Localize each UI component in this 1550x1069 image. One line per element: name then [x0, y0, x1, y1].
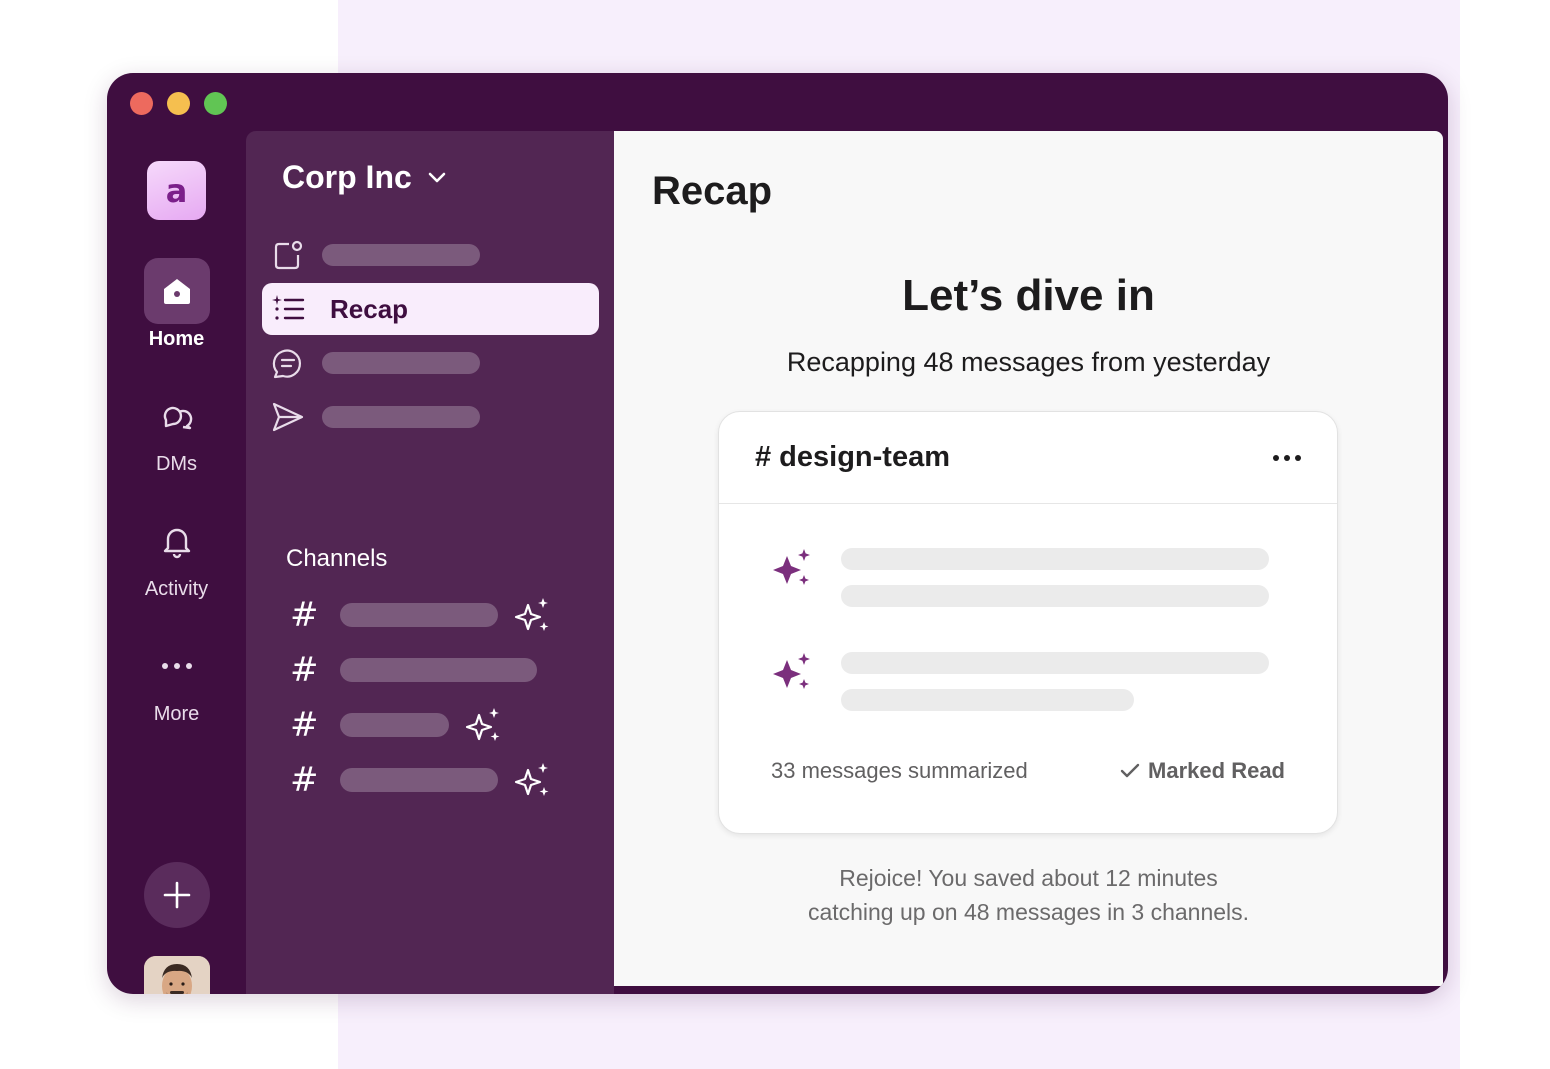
app-window: a Home DMs Activity More Corp Inc Recap …	[107, 73, 1448, 994]
rail-item-activity[interactable]: Activity	[107, 508, 246, 601]
plus-icon	[163, 881, 191, 909]
summary-item	[773, 548, 1269, 607]
sidebar: Corp Inc Recap Channels # # # #	[246, 131, 614, 994]
dot	[1284, 454, 1290, 461]
channel-item[interactable]: #	[290, 595, 552, 635]
minimize-window-button[interactable]	[167, 92, 190, 115]
add-button[interactable]	[144, 862, 210, 928]
ai-sparkle-icon	[773, 549, 810, 585]
avatar-photo	[144, 956, 210, 994]
rail-item-dms[interactable]: DMs	[107, 383, 246, 476]
home-icon	[143, 258, 210, 324]
workspace-switcher[interactable]: Corp Inc	[282, 159, 446, 196]
icon-rail: a Home DMs Activity More	[107, 131, 246, 994]
summary-line-placeholder	[841, 689, 1134, 711]
window-controls	[130, 92, 227, 115]
rail-item-home[interactable]: Home	[107, 258, 246, 351]
recap-headline: Let’s dive in	[902, 271, 1155, 320]
recap-subline: Recapping 48 messages from yesterday	[786, 347, 1271, 377]
recap-label: Recap	[330, 293, 409, 324]
more-icon	[144, 633, 210, 699]
card-channel-name[interactable]: # design-team	[755, 441, 1273, 474]
sidebar-nav-threads[interactable]	[262, 337, 599, 389]
channel-name-placeholder	[340, 713, 449, 737]
marked-read-label: Marked Read	[1148, 758, 1285, 783]
check-icon	[1120, 763, 1140, 778]
rail-label-home: Home	[148, 328, 205, 350]
channel-name-placeholder	[340, 768, 498, 792]
send-icon	[272, 402, 304, 432]
threads-icon	[272, 349, 302, 379]
rail-label-activity: Activity	[144, 578, 209, 600]
summary-line-placeholder	[841, 585, 1269, 607]
channel-item[interactable]: #	[290, 705, 503, 745]
rail-label-dms: DMs	[155, 453, 198, 475]
channel-hash-icon: #	[290, 705, 319, 745]
recap-card: # design-team 33 messages summarized Mar…	[718, 411, 1338, 834]
rail-label-more: More	[153, 703, 200, 725]
sparkle-icon	[514, 598, 549, 631]
sidebar-nav-sent[interactable]	[262, 391, 599, 443]
time-saved-message: Rejoice! You saved about 12 minutes catc…	[614, 861, 1443, 929]
recap-icon	[272, 295, 305, 320]
summary-item	[773, 652, 1269, 711]
channel-hash-icon: #	[290, 650, 319, 690]
channel-item[interactable]: #	[290, 650, 537, 690]
close-window-button[interactable]	[130, 92, 153, 115]
nav-placeholder	[322, 244, 480, 266]
sparkle-icon	[465, 708, 500, 741]
channel-hash-icon: #	[290, 595, 319, 635]
time-saved-line-2: catching up on 48 messages in 3 channels…	[807, 899, 1250, 925]
channel-hash-icon: #	[290, 760, 319, 800]
card-footer: 33 messages summarized Marked Read	[771, 758, 1285, 784]
dot	[1273, 454, 1279, 461]
channels-section-title[interactable]: Channels	[286, 545, 387, 573]
card-header: # design-team	[719, 412, 1337, 504]
workspace-name: Corp Inc	[282, 159, 412, 195]
main-content: Recap Let’s dive in Recapping 48 message…	[614, 131, 1443, 986]
page-title: Recap	[652, 169, 773, 213]
nav-placeholder	[322, 352, 480, 374]
workspace-logo-letter: a	[165, 171, 188, 210]
sparkle-icon	[514, 763, 549, 796]
nav-placeholder	[322, 406, 480, 428]
summary-line-placeholder	[841, 652, 1269, 674]
channel-item[interactable]: #	[290, 760, 552, 800]
rail-item-more[interactable]: More	[107, 633, 246, 726]
marked-read-button[interactable]: Marked Read	[1120, 758, 1285, 784]
workspace-logo[interactable]: a	[147, 161, 206, 220]
channel-name-placeholder	[340, 603, 498, 627]
messages-summarized: 33 messages summarized	[771, 758, 1028, 783]
user-avatar[interactable]	[144, 956, 210, 994]
dms-icon	[144, 383, 210, 449]
ai-sparkle-icon	[773, 653, 810, 689]
time-saved-line-1: Rejoice! You saved about 12 minutes	[839, 865, 1218, 891]
summary-line-placeholder	[841, 548, 1269, 570]
sidebar-nav-unreads[interactable]	[262, 229, 599, 281]
channel-name-placeholder	[340, 658, 537, 682]
sidebar-nav-recap[interactable]: Recap	[262, 283, 599, 335]
unreads-icon	[274, 240, 303, 270]
dot	[1295, 454, 1301, 461]
more-options-button[interactable]	[1273, 454, 1301, 461]
zoom-window-button[interactable]	[204, 92, 227, 115]
bell-icon	[144, 508, 210, 574]
chevron-down-icon	[428, 172, 446, 182]
